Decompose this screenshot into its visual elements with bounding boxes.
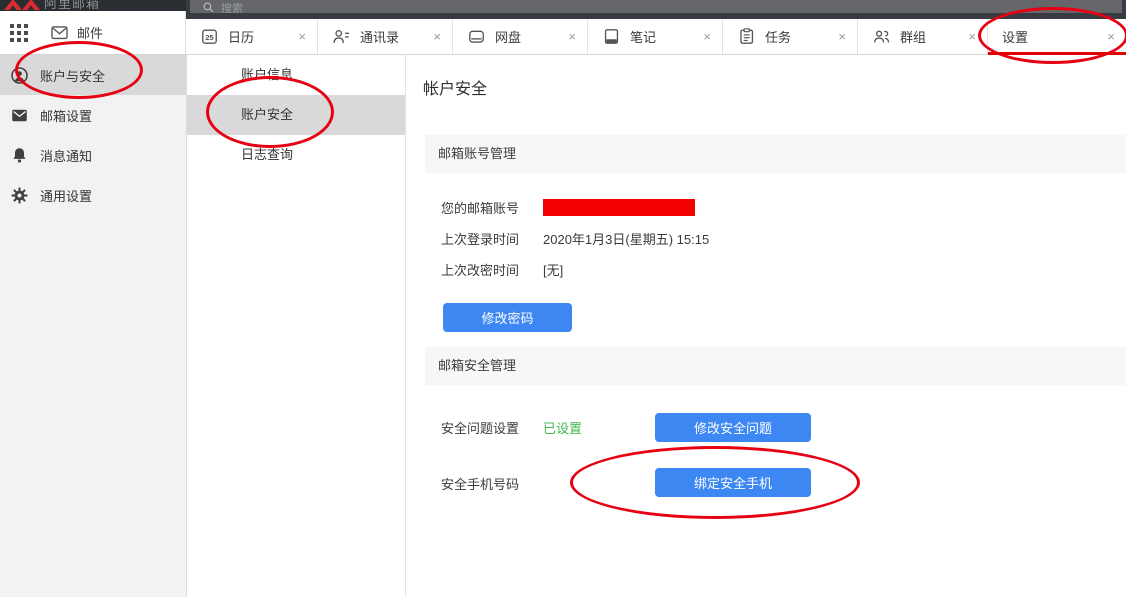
brand-name: 阿里邮箱: [44, 0, 100, 11]
subsidebar-item-account-security[interactable]: 账户安全: [187, 95, 405, 135]
tab-drive[interactable]: 网盘 ×: [453, 19, 588, 54]
active-tab-indicator: [988, 52, 1126, 55]
mail-icon: [50, 23, 69, 42]
tab-groups[interactable]: 群组 ×: [858, 19, 988, 54]
security-question-row: 安全问题设置 已设置: [441, 417, 582, 437]
sidebar-item-notifications[interactable]: 消息通知: [0, 135, 186, 175]
tab-label: 笔记: [630, 27, 656, 46]
app-grid-icon[interactable]: [8, 22, 30, 44]
app-window: 阿里邮箱 搜索 邮件: [0, 0, 1126, 597]
sidebar-item-general-settings[interactable]: 通用设置: [0, 175, 186, 215]
account-security-icon: [10, 66, 29, 85]
topbar: 搜索: [186, 0, 1126, 19]
account-security-subsidebar: 账户信息 账户安全 日志查询: [186, 55, 406, 597]
settings-sidebar: 账户与安全 邮箱设置 消息通知: [0, 55, 186, 597]
tab-label: 群组: [900, 27, 926, 46]
change-password-button[interactable]: 修改密码: [443, 303, 572, 332]
email-account-label: 您的邮箱账号: [441, 198, 531, 217]
tab-contacts[interactable]: 通讯录 ×: [318, 19, 453, 54]
general-settings-icon: [10, 186, 29, 205]
sidebar-item-mail-settings[interactable]: 邮箱设置: [0, 95, 186, 135]
tabrow-left: 邮件: [0, 11, 186, 55]
sidebar-item-label: 消息通知: [40, 146, 92, 165]
tab-label: 设置: [1002, 27, 1028, 46]
subsidebar-item-account-info[interactable]: 账户信息: [187, 55, 405, 95]
security-question-label: 安全问题设置: [441, 418, 531, 437]
brand-bar: 阿里邮箱: [0, 0, 186, 11]
last-password-change-value: [无]: [543, 260, 563, 279]
tab-close-icon[interactable]: ×: [560, 30, 576, 43]
brand-logo-icon: [2, 0, 42, 10]
svg-text:25: 25: [205, 33, 213, 42]
sidebar-item-label: 账户与安全: [40, 66, 105, 85]
redaction-block: [543, 199, 695, 216]
calendar-icon: 25: [200, 27, 219, 46]
last-login-label: 上次登录时间: [441, 229, 531, 248]
tab-close-icon[interactable]: ×: [290, 30, 306, 43]
last-password-change-row: 上次改密时间 [无]: [441, 259, 563, 279]
tab-close-icon[interactable]: ×: [960, 30, 976, 43]
sidebar-item-label: 通用设置: [40, 186, 92, 205]
tab-label: 通讯录: [360, 27, 399, 46]
notes-icon: [602, 27, 621, 46]
tab-settings[interactable]: 设置 ×: [988, 19, 1126, 54]
tab-label: 网盘: [495, 27, 521, 46]
security-question-status: 已设置: [543, 418, 582, 437]
bind-phone-button[interactable]: 绑定安全手机: [655, 468, 811, 497]
tab-close-icon[interactable]: ×: [695, 30, 711, 43]
notifications-icon: [10, 146, 29, 165]
page-title: 帐户安全: [423, 75, 487, 99]
subsidebar-item-log-query[interactable]: 日志查询: [187, 135, 405, 175]
last-password-change-label: 上次改密时间: [441, 260, 531, 279]
tab-calendar[interactable]: 25 日历 ×: [186, 19, 318, 54]
tab-close-icon[interactable]: ×: [425, 30, 441, 43]
main-content: 帐户安全 邮箱账号管理 您的邮箱账号 上次登录时间 2020年1月3日(星期五)…: [406, 55, 1126, 597]
tasks-icon: [737, 27, 756, 46]
tabbar: 25 日历 × 通讯录 × 网盘 ×: [186, 19, 1126, 55]
tab-close-icon[interactable]: ×: [1099, 30, 1115, 43]
section-header-security-management: 邮箱安全管理: [425, 347, 1126, 385]
tab-label: 日历: [228, 27, 254, 46]
search-placeholder: 搜索: [221, 0, 243, 13]
drive-icon: [467, 27, 486, 46]
tab-label: 任务: [765, 27, 791, 46]
search-icon: [202, 1, 215, 13]
section-header-account-management: 邮箱账号管理: [425, 135, 1126, 173]
mail-settings-icon: [10, 106, 29, 125]
search-input[interactable]: 搜索: [190, 0, 1122, 13]
sidebar-item-label: 邮箱设置: [40, 106, 92, 125]
last-login-row: 上次登录时间 2020年1月3日(星期五) 15:15: [441, 228, 709, 248]
modify-security-question-button[interactable]: 修改安全问题: [655, 413, 811, 442]
security-phone-row: 安全手机号码: [441, 473, 531, 493]
tab-label: 邮件: [77, 23, 103, 42]
security-phone-label: 安全手机号码: [441, 474, 531, 493]
groups-icon: [872, 27, 891, 46]
tab-close-icon[interactable]: ×: [830, 30, 846, 43]
tab-tasks[interactable]: 任务 ×: [723, 19, 858, 54]
sidebar-item-account-security[interactable]: 账户与安全: [0, 55, 186, 95]
tab-mail[interactable]: 邮件: [50, 11, 185, 54]
contacts-icon: [332, 27, 351, 46]
tab-notes[interactable]: 笔记 ×: [588, 19, 723, 54]
last-login-value: 2020年1月3日(星期五) 15:15: [543, 229, 709, 248]
email-account-row: 您的邮箱账号: [441, 197, 695, 217]
